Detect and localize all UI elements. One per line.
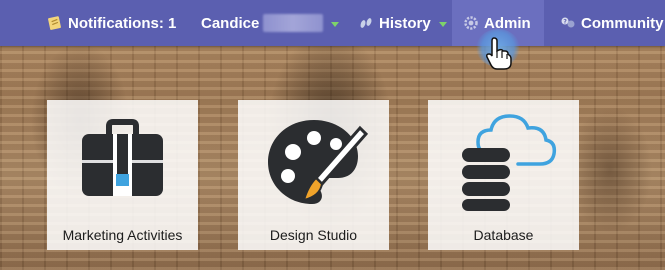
tile-design-studio[interactable]: Design Studio bbox=[238, 100, 389, 250]
tile-database[interactable]: Database bbox=[428, 100, 579, 250]
community-icon: ? bbox=[560, 15, 576, 31]
chevron-down-icon bbox=[331, 21, 340, 27]
redacted-surname bbox=[263, 14, 324, 32]
tile-label: Marketing Activities bbox=[62, 227, 183, 243]
note-icon bbox=[47, 15, 63, 31]
footprints-icon bbox=[358, 15, 374, 31]
hand-pointer-icon bbox=[486, 37, 512, 70]
tile-label: Database bbox=[473, 227, 534, 243]
top-navbar: Notifications: 1 Candice History Admin ?… bbox=[0, 0, 665, 46]
briefcase-icon bbox=[82, 119, 163, 196]
tile-label: Design Studio bbox=[269, 227, 358, 243]
community-label: Community bbox=[581, 14, 664, 32]
svg-text:?: ? bbox=[563, 19, 567, 26]
tile-marketing-activities[interactable]: Marketing Activities bbox=[47, 100, 198, 250]
gear-icon bbox=[463, 15, 479, 31]
notifications-label: Notifications: 1 bbox=[68, 14, 177, 32]
palette-icon bbox=[268, 120, 369, 204]
user-menu[interactable]: Candice bbox=[201, 0, 340, 46]
history-menu[interactable]: History bbox=[358, 0, 447, 46]
chevron-down-icon bbox=[438, 21, 447, 27]
history-label: History bbox=[379, 14, 431, 32]
notifications-menu[interactable]: Notifications: 1 bbox=[47, 0, 176, 46]
community-menu[interactable]: ? Community bbox=[560, 0, 664, 46]
database-cloud-icon bbox=[462, 114, 557, 211]
user-name: Candice bbox=[201, 14, 260, 32]
